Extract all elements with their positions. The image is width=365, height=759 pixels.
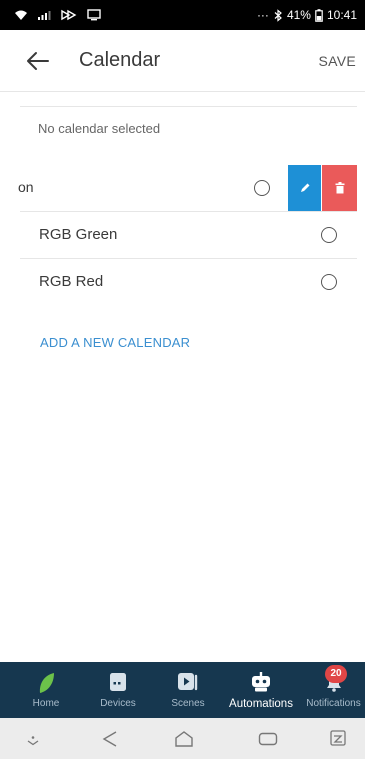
status-bar: ··· 41% 10:41 — [0, 0, 365, 30]
divider — [20, 106, 357, 107]
robot-icon — [250, 672, 272, 697]
app-header: Calendar SAVE — [0, 30, 365, 92]
scenes-icon — [177, 672, 199, 697]
recents-icon — [258, 732, 278, 746]
back-button[interactable] — [26, 51, 52, 71]
rotate-icon — [330, 730, 346, 746]
calendar-item-swiped[interactable]: on — [0, 165, 357, 211]
delete-button[interactable] — [322, 165, 357, 211]
nav-label: Devices — [100, 698, 136, 709]
system-recents-button[interactable] — [258, 732, 278, 751]
system-back-button[interactable] — [102, 730, 118, 753]
calendar-item-label: RGB Red — [39, 273, 104, 290]
bluetooth-icon — [273, 8, 283, 22]
rotate-screen-button[interactable] — [329, 729, 347, 752]
device-icon — [109, 672, 127, 697]
chevron-down-icon — [27, 736, 39, 746]
system-home-button[interactable] — [174, 730, 194, 753]
bottom-navigation: Home Devices Scenes Automations 20 Notif… — [0, 662, 365, 718]
calendar-item-label: RGB Green — [39, 226, 118, 243]
nav-item-notifications[interactable]: 20 Notifications — [302, 662, 365, 718]
clock: 10:41 — [326, 8, 357, 22]
battery-icon — [315, 8, 323, 22]
nav-label: Automations — [229, 698, 293, 710]
pencil-icon — [300, 183, 309, 192]
leaf-icon — [37, 672, 55, 699]
cast-icon — [60, 9, 78, 21]
home-outline-icon — [175, 731, 193, 747]
save-button[interactable]: SAVE — [318, 53, 356, 69]
calendar-radio[interactable] — [254, 180, 270, 196]
add-calendar-link[interactable]: ADD A NEW CALENDAR — [40, 335, 190, 350]
arrow-left-icon — [27, 52, 49, 70]
nav-item-scenes[interactable]: Scenes — [162, 662, 214, 718]
edit-button[interactable] — [288, 165, 321, 211]
signal-icon — [37, 9, 51, 21]
calendar-radio[interactable] — [321, 227, 337, 243]
calendar-radio[interactable] — [321, 274, 337, 290]
nav-item-home[interactable]: Home — [16, 662, 76, 718]
battery-percent: 41% — [286, 8, 311, 22]
page-title: Calendar — [79, 49, 161, 71]
triangle-back-icon — [102, 731, 117, 747]
screen-icon — [87, 9, 101, 21]
more-indicator: ··· — [256, 8, 269, 22]
system-navigation-bar — [0, 718, 365, 759]
nav-item-devices[interactable]: Devices — [88, 662, 148, 718]
calendar-item[interactable]: RGB Red — [20, 259, 357, 305]
trash-icon — [335, 182, 344, 194]
nav-label: Notifications — [306, 698, 361, 709]
nav-label: Home — [32, 698, 60, 709]
wifi-icon — [14, 9, 28, 21]
nav-label: Scenes — [171, 698, 205, 709]
calendar-item-label: on — [18, 179, 34, 195]
notification-badge: 20 — [325, 665, 347, 683]
calendar-item[interactable]: RGB Green — [20, 212, 357, 258]
nav-item-automations[interactable]: Automations — [222, 662, 300, 718]
no-calendar-text: No calendar selected — [38, 121, 161, 136]
hide-keyboard-button[interactable] — [26, 733, 40, 751]
